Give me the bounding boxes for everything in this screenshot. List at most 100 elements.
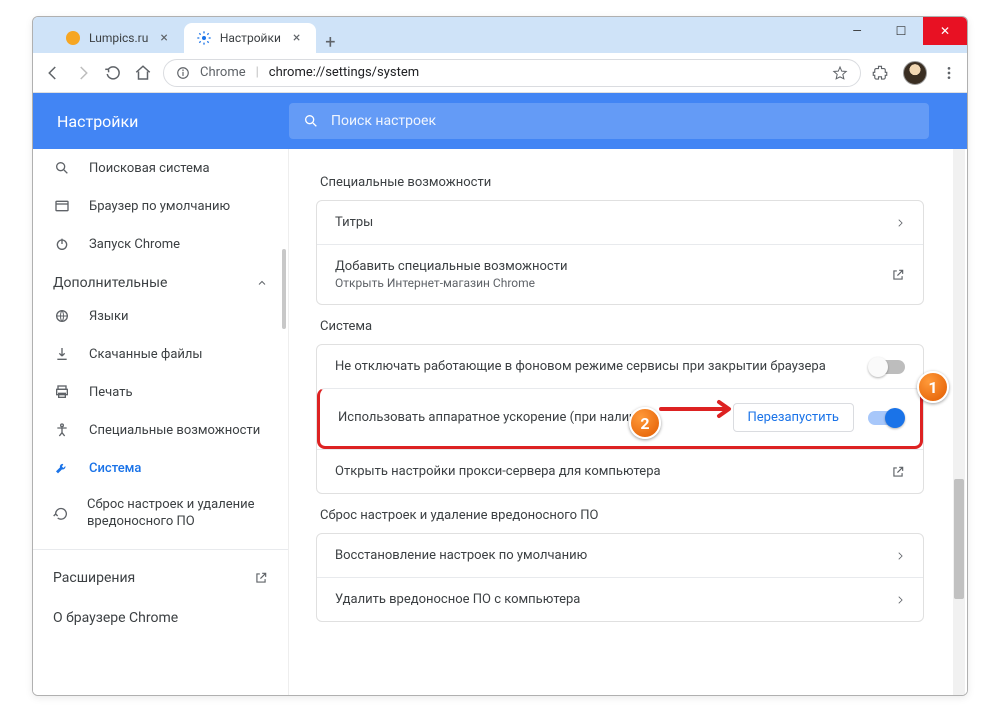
tab-title: Настройки	[220, 31, 281, 45]
row-label: Добавить специальные возможности	[335, 259, 568, 274]
close-icon[interactable]: ×	[289, 30, 304, 46]
group-accessibility-title: Специальные возможности	[316, 161, 924, 200]
row-label: Восстановление настроек по умолчанию	[335, 548, 587, 563]
home-icon[interactable]	[133, 63, 153, 83]
omnibox-chrome-label: Chrome	[200, 65, 246, 80]
forward-icon[interactable]	[73, 63, 93, 83]
accessibility-icon	[53, 421, 71, 439]
row-label: Открыть настройки прокси-сервера для ком…	[335, 464, 661, 479]
sidebar-item-label: Сброс настроек и удаление вредоносного П…	[87, 497, 268, 531]
group-system-title: Система	[316, 305, 924, 344]
extensions-icon[interactable]	[871, 64, 889, 82]
row-sublabel: Открыть Интернет-магазин Chrome	[335, 276, 568, 290]
settings-header: Настройки	[33, 93, 967, 149]
divider	[33, 549, 288, 550]
minimize-button[interactable]: —	[835, 17, 879, 45]
external-link-icon	[891, 268, 905, 282]
row-label: Не отключать работающие в фоновом режиме…	[335, 359, 826, 374]
close-window-button[interactable]: ✕	[923, 17, 967, 45]
sidebar-item-label: Запуск Chrome	[89, 237, 180, 252]
restart-button[interactable]: Перезапустить	[733, 403, 854, 432]
row-cleanup[interactable]: Удалить вредоносное ПО с компьютера	[317, 577, 923, 621]
new-tab-button[interactable]: +	[316, 32, 344, 53]
sidebar-item-default-browser[interactable]: Браузер по умолчанию	[33, 187, 288, 225]
search-input[interactable]	[331, 113, 915, 129]
search-icon	[303, 113, 319, 129]
chevron-up-icon	[256, 277, 268, 289]
omnibox-separator: |	[256, 65, 259, 80]
print-icon	[53, 383, 71, 401]
row-restore-defaults[interactable]: Восстановление настроек по умолчанию	[317, 534, 923, 577]
sidebar-item-label: Браузер по умолчанию	[89, 199, 230, 214]
external-link-icon	[254, 571, 268, 585]
row-label: Удалить вредоносное ПО с компьютера	[335, 592, 580, 607]
sidebar-advanced-toggle[interactable]: Дополнительные	[33, 263, 288, 297]
sidebar-item-system[interactable]: Система	[33, 449, 288, 487]
main-scrollbar-track[interactable]	[953, 149, 965, 695]
address-bar[interactable]: Chrome | chrome://settings/system	[163, 59, 861, 87]
browser-icon	[53, 197, 71, 215]
sidebar-item-accessibility[interactable]: Специальные возможности	[33, 411, 288, 449]
sidebar-item-label: Расширения	[53, 570, 135, 586]
row-background-apps: Не отключать работающие в фоновом режиме…	[317, 345, 923, 388]
group-reset-title: Сброс настроек и удаление вредоносного П…	[316, 494, 924, 533]
tab-lumpics[interactable]: Lumpics.ru ×	[53, 23, 184, 53]
profile-avatar[interactable]	[903, 61, 927, 85]
sidebar-item-label: Специальные возможности	[89, 423, 260, 438]
sidebar-item-downloads[interactable]: Скачанные файлы	[33, 335, 288, 373]
close-icon[interactable]: ×	[156, 30, 171, 46]
favicon-settings	[196, 30, 212, 46]
page-title: Настройки	[57, 112, 289, 131]
sidebar-item-label: Языки	[89, 309, 129, 324]
chevron-right-icon	[895, 218, 905, 228]
back-icon[interactable]	[43, 63, 63, 83]
search-icon	[53, 159, 71, 177]
external-link-icon	[891, 465, 905, 479]
sidebar-item-languages[interactable]: Языки	[33, 297, 288, 335]
row-proxy[interactable]: Открыть настройки прокси-сервера для ком…	[317, 449, 923, 493]
row-captions[interactable]: Титры	[317, 201, 923, 244]
sidebar-item-label: Поисковая система	[89, 161, 210, 176]
annotation-badge-2: 2	[629, 407, 661, 439]
sidebar-item-label: Печать	[89, 385, 133, 400]
annotation-badge-1: 1	[917, 371, 949, 403]
settings-search[interactable]	[289, 103, 929, 139]
sidebar-scrollbar[interactable]	[282, 249, 286, 329]
tab-title: Lumpics.ru	[89, 31, 148, 45]
bookmark-star-icon[interactable]	[832, 65, 848, 81]
settings-sidebar: Поисковая система Браузер по умолчанию З…	[33, 149, 289, 695]
sidebar-item-reset[interactable]: Сброс настроек и удаление вредоносного П…	[33, 487, 288, 541]
sidebar-advanced-label: Дополнительные	[53, 275, 167, 291]
sidebar-item-search-engine[interactable]: Поисковая система	[33, 149, 288, 187]
reload-icon[interactable]	[103, 63, 123, 83]
annotation-arrow	[659, 399, 739, 419]
main-scrollbar-thumb[interactable]	[954, 479, 964, 599]
sidebar-item-about[interactable]: О браузере Chrome	[33, 598, 288, 638]
toggle-background-apps[interactable]	[871, 360, 905, 374]
reset-icon	[53, 505, 69, 523]
favicon-lumpics	[65, 30, 81, 46]
maximize-button[interactable]: ☐	[879, 17, 923, 45]
browser-window: Lumpics.ru × Настройки × + — ☐ ✕ Chrome …	[32, 16, 968, 696]
window-controls: — ☐ ✕	[835, 17, 967, 45]
sidebar-item-extensions[interactable]: Расширения	[33, 558, 288, 598]
reset-card: Восстановление настроек по умолчанию Уда…	[316, 533, 924, 622]
row-add-accessibility[interactable]: Добавить специальные возможности Открыть…	[317, 244, 923, 304]
sidebar-item-label: Скачанные файлы	[89, 347, 203, 362]
sidebar-item-label: Система	[89, 461, 141, 476]
chevron-right-icon	[895, 551, 905, 561]
row-label: Использовать аппаратное ускорение (при н…	[338, 410, 656, 425]
row-hardware-acceleration: Использовать аппаратное ускорение (при н…	[317, 388, 923, 449]
row-label: Титры	[335, 215, 373, 230]
sidebar-item-on-startup[interactable]: Запуск Chrome	[33, 225, 288, 263]
sidebar-item-printing[interactable]: Печать	[33, 373, 288, 411]
chevron-right-icon	[895, 595, 905, 605]
titlebar: Lumpics.ru × Настройки × + — ☐ ✕	[33, 17, 967, 53]
globe-icon	[53, 307, 71, 325]
site-info-icon[interactable]	[176, 66, 190, 80]
menu-icon[interactable]	[941, 65, 957, 81]
tab-settings[interactable]: Настройки ×	[184, 23, 317, 53]
tab-strip: Lumpics.ru × Настройки × +	[33, 17, 344, 53]
nav-toolbar: Chrome | chrome://settings/system	[33, 53, 967, 93]
toggle-hardware-acceleration[interactable]	[868, 411, 902, 425]
